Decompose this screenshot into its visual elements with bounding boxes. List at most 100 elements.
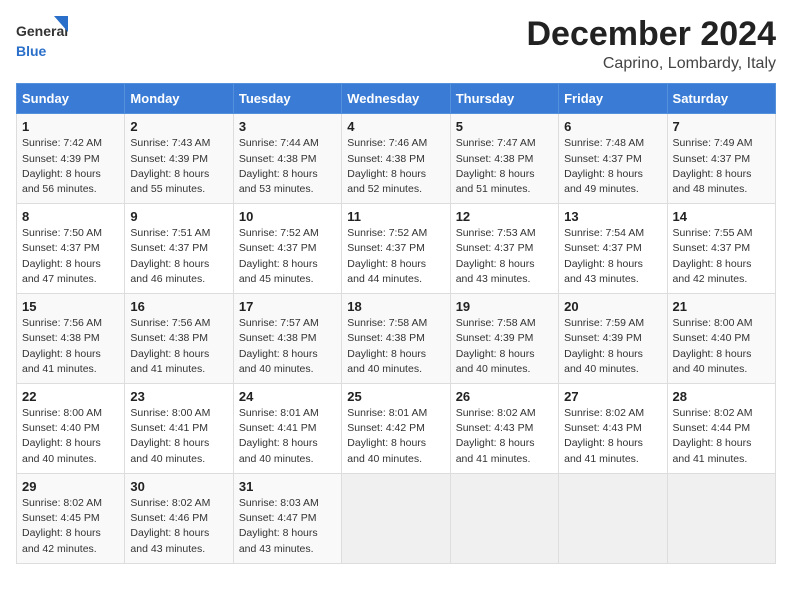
weekday-header-row: SundayMondayTuesdayWednesdayThursdayFrid… — [17, 84, 776, 114]
day-number: 18 — [347, 299, 444, 314]
day-number: 12 — [456, 209, 553, 224]
calendar-cell: 31 Sunrise: 8:03 AMSunset: 4:47 PMDaylig… — [233, 473, 341, 563]
day-number: 8 — [22, 209, 119, 224]
day-number: 28 — [673, 389, 770, 404]
calendar-cell: 12 Sunrise: 7:53 AMSunset: 4:37 PMDaylig… — [450, 204, 558, 294]
calendar-cell: 5 Sunrise: 7:47 AMSunset: 4:38 PMDayligh… — [450, 114, 558, 204]
day-detail: Sunrise: 7:42 AMSunset: 4:39 PMDaylight:… — [22, 137, 102, 195]
day-number: 26 — [456, 389, 553, 404]
calendar-cell: 3 Sunrise: 7:44 AMSunset: 4:38 PMDayligh… — [233, 114, 341, 204]
calendar-cell: 13 Sunrise: 7:54 AMSunset: 4:37 PMDaylig… — [559, 204, 667, 294]
day-detail: Sunrise: 7:50 AMSunset: 4:37 PMDaylight:… — [22, 227, 102, 285]
logo: General Blue — [16, 16, 68, 60]
day-detail: Sunrise: 7:48 AMSunset: 4:37 PMDaylight:… — [564, 137, 644, 195]
day-number: 29 — [22, 479, 119, 494]
day-detail: Sunrise: 7:58 AMSunset: 4:38 PMDaylight:… — [347, 317, 427, 375]
calendar-cell: 24 Sunrise: 8:01 AMSunset: 4:41 PMDaylig… — [233, 384, 341, 474]
day-number: 3 — [239, 119, 336, 134]
calendar-cell: 8 Sunrise: 7:50 AMSunset: 4:37 PMDayligh… — [17, 204, 125, 294]
day-number: 20 — [564, 299, 661, 314]
calendar-cell — [667, 473, 775, 563]
calendar-cell: 18 Sunrise: 7:58 AMSunset: 4:38 PMDaylig… — [342, 294, 450, 384]
calendar-cell: 30 Sunrise: 8:02 AMSunset: 4:46 PMDaylig… — [125, 473, 233, 563]
day-number: 31 — [239, 479, 336, 494]
calendar-cell: 29 Sunrise: 8:02 AMSunset: 4:45 PMDaylig… — [17, 473, 125, 563]
day-detail: Sunrise: 8:02 AMSunset: 4:44 PMDaylight:… — [673, 407, 753, 465]
week-row-5: 29 Sunrise: 8:02 AMSunset: 4:45 PMDaylig… — [17, 473, 776, 563]
calendar-cell: 14 Sunrise: 7:55 AMSunset: 4:37 PMDaylig… — [667, 204, 775, 294]
calendar-cell: 22 Sunrise: 8:00 AMSunset: 4:40 PMDaylig… — [17, 384, 125, 474]
day-detail: Sunrise: 8:01 AMSunset: 4:42 PMDaylight:… — [347, 407, 427, 465]
day-detail: Sunrise: 7:47 AMSunset: 4:38 PMDaylight:… — [456, 137, 536, 195]
day-number: 22 — [22, 389, 119, 404]
day-detail: Sunrise: 7:46 AMSunset: 4:38 PMDaylight:… — [347, 137, 427, 195]
week-row-4: 22 Sunrise: 8:00 AMSunset: 4:40 PMDaylig… — [17, 384, 776, 474]
day-detail: Sunrise: 8:02 AMSunset: 4:46 PMDaylight:… — [130, 497, 210, 555]
calendar-cell: 2 Sunrise: 7:43 AMSunset: 4:39 PMDayligh… — [125, 114, 233, 204]
day-detail: Sunrise: 8:00 AMSunset: 4:40 PMDaylight:… — [673, 317, 753, 375]
weekday-header-friday: Friday — [559, 84, 667, 114]
day-number: 13 — [564, 209, 661, 224]
day-detail: Sunrise: 8:01 AMSunset: 4:41 PMDaylight:… — [239, 407, 319, 465]
day-number: 4 — [347, 119, 444, 134]
day-detail: Sunrise: 8:02 AMSunset: 4:45 PMDaylight:… — [22, 497, 102, 555]
calendar-cell — [342, 473, 450, 563]
day-number: 14 — [673, 209, 770, 224]
day-detail: Sunrise: 7:44 AMSunset: 4:38 PMDaylight:… — [239, 137, 319, 195]
day-number: 23 — [130, 389, 227, 404]
svg-text:General: General — [16, 23, 68, 39]
day-detail: Sunrise: 8:00 AMSunset: 4:40 PMDaylight:… — [22, 407, 102, 465]
calendar-cell: 7 Sunrise: 7:49 AMSunset: 4:37 PMDayligh… — [667, 114, 775, 204]
weekday-header-wednesday: Wednesday — [342, 84, 450, 114]
calendar-cell: 16 Sunrise: 7:56 AMSunset: 4:38 PMDaylig… — [125, 294, 233, 384]
day-detail: Sunrise: 8:02 AMSunset: 4:43 PMDaylight:… — [564, 407, 644, 465]
day-number: 11 — [347, 209, 444, 224]
day-number: 9 — [130, 209, 227, 224]
day-number: 24 — [239, 389, 336, 404]
calendar-cell: 21 Sunrise: 8:00 AMSunset: 4:40 PMDaylig… — [667, 294, 775, 384]
page-title: December 2024 — [526, 16, 776, 53]
day-number: 17 — [239, 299, 336, 314]
day-detail: Sunrise: 7:51 AMSunset: 4:37 PMDaylight:… — [130, 227, 210, 285]
day-detail: Sunrise: 7:58 AMSunset: 4:39 PMDaylight:… — [456, 317, 536, 375]
calendar-cell: 15 Sunrise: 7:56 AMSunset: 4:38 PMDaylig… — [17, 294, 125, 384]
day-number: 21 — [673, 299, 770, 314]
week-row-1: 1 Sunrise: 7:42 AMSunset: 4:39 PMDayligh… — [17, 114, 776, 204]
day-detail: Sunrise: 8:03 AMSunset: 4:47 PMDaylight:… — [239, 497, 319, 555]
weekday-header-sunday: Sunday — [17, 84, 125, 114]
day-detail: Sunrise: 7:57 AMSunset: 4:38 PMDaylight:… — [239, 317, 319, 375]
day-number: 19 — [456, 299, 553, 314]
day-detail: Sunrise: 7:56 AMSunset: 4:38 PMDaylight:… — [22, 317, 102, 375]
day-number: 25 — [347, 389, 444, 404]
calendar-table: SundayMondayTuesdayWednesdayThursdayFrid… — [16, 83, 776, 563]
day-number: 7 — [673, 119, 770, 134]
weekday-header-saturday: Saturday — [667, 84, 775, 114]
calendar-cell: 27 Sunrise: 8:02 AMSunset: 4:43 PMDaylig… — [559, 384, 667, 474]
calendar-cell: 17 Sunrise: 7:57 AMSunset: 4:38 PMDaylig… — [233, 294, 341, 384]
calendar-cell: 23 Sunrise: 8:00 AMSunset: 4:41 PMDaylig… — [125, 384, 233, 474]
day-detail: Sunrise: 7:54 AMSunset: 4:37 PMDaylight:… — [564, 227, 644, 285]
day-detail: Sunrise: 7:52 AMSunset: 4:37 PMDaylight:… — [347, 227, 427, 285]
day-number: 2 — [130, 119, 227, 134]
day-number: 15 — [22, 299, 119, 314]
day-number: 30 — [130, 479, 227, 494]
weekday-header-tuesday: Tuesday — [233, 84, 341, 114]
day-detail: Sunrise: 7:52 AMSunset: 4:37 PMDaylight:… — [239, 227, 319, 285]
day-detail: Sunrise: 8:02 AMSunset: 4:43 PMDaylight:… — [456, 407, 536, 465]
weekday-header-monday: Monday — [125, 84, 233, 114]
day-number: 6 — [564, 119, 661, 134]
day-number: 5 — [456, 119, 553, 134]
calendar-cell: 11 Sunrise: 7:52 AMSunset: 4:37 PMDaylig… — [342, 204, 450, 294]
week-row-3: 15 Sunrise: 7:56 AMSunset: 4:38 PMDaylig… — [17, 294, 776, 384]
day-number: 10 — [239, 209, 336, 224]
day-detail: Sunrise: 7:59 AMSunset: 4:39 PMDaylight:… — [564, 317, 644, 375]
calendar-cell: 10 Sunrise: 7:52 AMSunset: 4:37 PMDaylig… — [233, 204, 341, 294]
calendar-cell: 9 Sunrise: 7:51 AMSunset: 4:37 PMDayligh… — [125, 204, 233, 294]
svg-text:Blue: Blue — [16, 43, 47, 59]
calendar-cell — [450, 473, 558, 563]
calendar-cell: 25 Sunrise: 8:01 AMSunset: 4:42 PMDaylig… — [342, 384, 450, 474]
day-number: 27 — [564, 389, 661, 404]
weekday-header-thursday: Thursday — [450, 84, 558, 114]
calendar-cell — [559, 473, 667, 563]
day-detail: Sunrise: 7:55 AMSunset: 4:37 PMDaylight:… — [673, 227, 753, 285]
